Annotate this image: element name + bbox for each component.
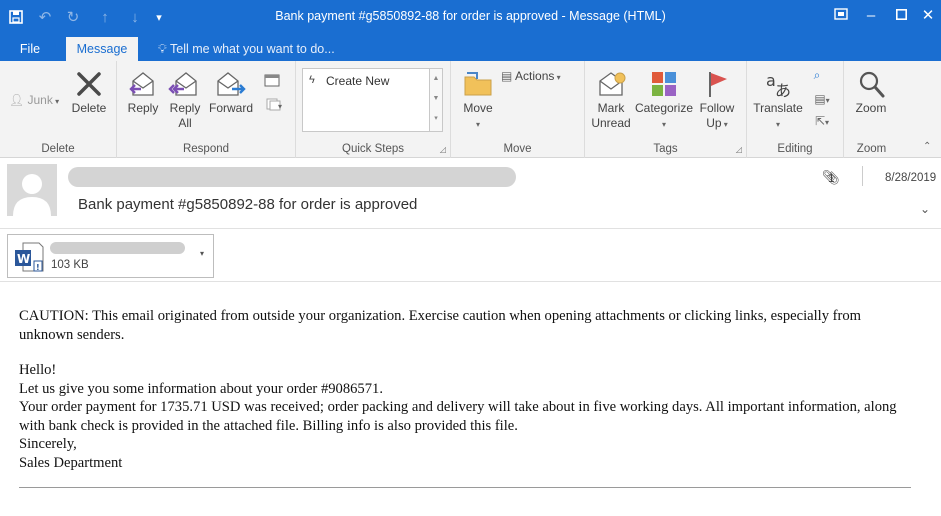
lightning-icon: ϟ bbox=[309, 74, 315, 86]
collapse-ribbon-icon[interactable]: ⌃ bbox=[923, 141, 931, 152]
magnifier-icon bbox=[859, 71, 885, 98]
svg-text:W: W bbox=[17, 252, 30, 266]
scroll-down-icon[interactable]: ▼ bbox=[430, 89, 442, 109]
select-icon[interactable]: ⇱▾ bbox=[807, 114, 837, 130]
more-respond-icon[interactable]: ▾ bbox=[259, 97, 289, 113]
header-divider bbox=[862, 166, 863, 186]
follow-up-button[interactable]: Follow Up ▾ bbox=[695, 69, 739, 132]
delete-group-label: Delete bbox=[41, 143, 75, 155]
message-body: CAUTION: This email originated from outs… bbox=[19, 307, 914, 472]
tags-group: Mark Unread Categorize ▾ Follow Up ▾ Tags… bbox=[585, 61, 747, 158]
folder-icon bbox=[464, 72, 492, 96]
junk-button[interactable]: 👤︎ Junk ▾ bbox=[6, 93, 62, 109]
move-group-label: Move bbox=[503, 143, 532, 155]
forward-button[interactable]: Forward bbox=[207, 69, 255, 116]
move-button[interactable]: Move ▾ bbox=[457, 69, 499, 132]
zoom-group-label: Zoom bbox=[856, 143, 887, 155]
svg-text:!: ! bbox=[36, 263, 40, 272]
body-line-payment: Your order payment for 1735.71 USD was r… bbox=[19, 399, 897, 434]
find-icon[interactable]: ⌕ bbox=[807, 68, 827, 83]
title-bar: ↶ ↻ ↑ ↓ ▾ Bank payment #g5850892-88 for … bbox=[0, 0, 941, 34]
reply-all-button[interactable]: Reply All bbox=[165, 69, 205, 131]
actions-button[interactable]: ▤ Actions ▾ bbox=[501, 69, 577, 85]
delete-group: 👤︎ Junk ▾ Delete Delete bbox=[0, 61, 117, 158]
attachment-dropdown-icon[interactable]: ▾ bbox=[200, 249, 204, 258]
tell-me-box[interactable]: 💡︎ Tell me what you want to do... bbox=[158, 37, 335, 61]
quick-steps-gallery[interactable]: ϟ Create New bbox=[302, 68, 430, 132]
sender-redacted bbox=[68, 167, 516, 187]
tab-message[interactable]: Message bbox=[66, 37, 138, 61]
move-group: Move ▾ ▤ Actions ▾ Move bbox=[451, 61, 585, 158]
body-line-signature: Sales Department bbox=[19, 454, 123, 471]
forward-icon bbox=[217, 72, 246, 96]
quick-steps-group-label: Quick Steps bbox=[342, 143, 404, 155]
respond-group: Reply Reply All Forward ▾ Respond bbox=[117, 61, 296, 158]
tags-group-label: Tags bbox=[653, 143, 678, 155]
editing-group-label: Editing bbox=[777, 143, 813, 155]
body-line-order: Let us give you some information about y… bbox=[19, 380, 383, 397]
minimize-icon[interactable]: – bbox=[856, 4, 886, 28]
message-subject: Bank payment #g5850892-88 for order is a… bbox=[78, 196, 418, 213]
categorize-icon bbox=[652, 72, 676, 96]
related-icon[interactable]: ▤▾ bbox=[807, 92, 837, 108]
meeting-icon[interactable] bbox=[259, 73, 285, 89]
svg-text:あ: あ bbox=[775, 81, 791, 99]
tags-dialog-launcher-icon[interactable]: ◿ bbox=[736, 145, 742, 154]
reply-icon bbox=[129, 72, 154, 96]
tell-me-text: Tell me what you want to do... bbox=[170, 42, 335, 56]
avatar bbox=[7, 164, 57, 216]
zoom-group: Zoom Zoom bbox=[844, 61, 899, 158]
caution-notice: CAUTION: This email originated from outs… bbox=[19, 308, 862, 343]
attachment-bar: W ! 103 KB ▾ bbox=[0, 228, 941, 282]
body-line-closing: Sincerely, bbox=[19, 436, 77, 452]
envelope-icon bbox=[599, 72, 626, 96]
respond-group-label: Respond bbox=[182, 143, 230, 155]
close-icon[interactable]: ✕ bbox=[913, 4, 941, 28]
mark-unread-button[interactable]: Mark Unread bbox=[589, 69, 633, 131]
flag-icon bbox=[709, 72, 727, 97]
word-document-icon: W ! bbox=[15, 242, 44, 272]
ribbon: 👤︎ Junk ▾ Delete Delete Reply Reply All … bbox=[0, 61, 941, 158]
quick-steps-scroll[interactable]: ▲ ▼ ▾ bbox=[430, 68, 443, 132]
reply-all-icon bbox=[168, 72, 197, 96]
attachment-name-redacted bbox=[50, 242, 185, 254]
expand-gallery-icon[interactable]: ▾ bbox=[430, 109, 442, 129]
lightbulb-icon: 💡︎ bbox=[158, 42, 167, 56]
restore-down-icon[interactable] bbox=[826, 4, 856, 28]
message-header: Bank payment #g5850892-88 for order is a… bbox=[0, 158, 941, 228]
attachment-size: 103 KB bbox=[51, 259, 89, 271]
body-line-greeting: Hello! bbox=[19, 362, 57, 378]
body-rule bbox=[19, 487, 911, 488]
create-new-quick-step[interactable]: Create New bbox=[326, 74, 389, 88]
scroll-up-icon[interactable]: ▲ bbox=[430, 69, 442, 89]
zoom-button[interactable]: Zoom bbox=[848, 69, 894, 116]
attachment-item[interactable]: W ! 103 KB ▾ bbox=[7, 234, 214, 278]
delete-x-icon bbox=[77, 72, 101, 96]
junk-icon: 👤︎ bbox=[8, 93, 25, 107]
ribbon-tabs: File Message 💡︎ Tell me what you want to… bbox=[0, 34, 941, 61]
editing-group: a あ Translate ▾ ⌕ ▤▾ ⇱▾ Editing bbox=[747, 61, 844, 158]
reply-button[interactable]: Reply bbox=[121, 69, 165, 116]
attachment-count: 1 bbox=[828, 171, 835, 185]
dialog-launcher-icon[interactable]: ◿ bbox=[440, 145, 446, 154]
actions-icon: ▤ bbox=[501, 69, 513, 83]
tab-file[interactable]: File bbox=[8, 37, 52, 61]
window-title: Bank payment #g5850892-88 for order is a… bbox=[275, 9, 666, 23]
translate-icon: a あ bbox=[766, 71, 791, 99]
categorize-button[interactable]: Categorize ▾ bbox=[633, 69, 695, 132]
translate-button[interactable]: a あ Translate ▾ bbox=[751, 69, 805, 132]
delete-button[interactable]: Delete bbox=[66, 69, 112, 116]
expand-header-icon[interactable]: ⌄ bbox=[920, 202, 930, 216]
maximize-icon[interactable] bbox=[886, 4, 916, 28]
message-date: 8/28/2019 bbox=[885, 172, 937, 184]
